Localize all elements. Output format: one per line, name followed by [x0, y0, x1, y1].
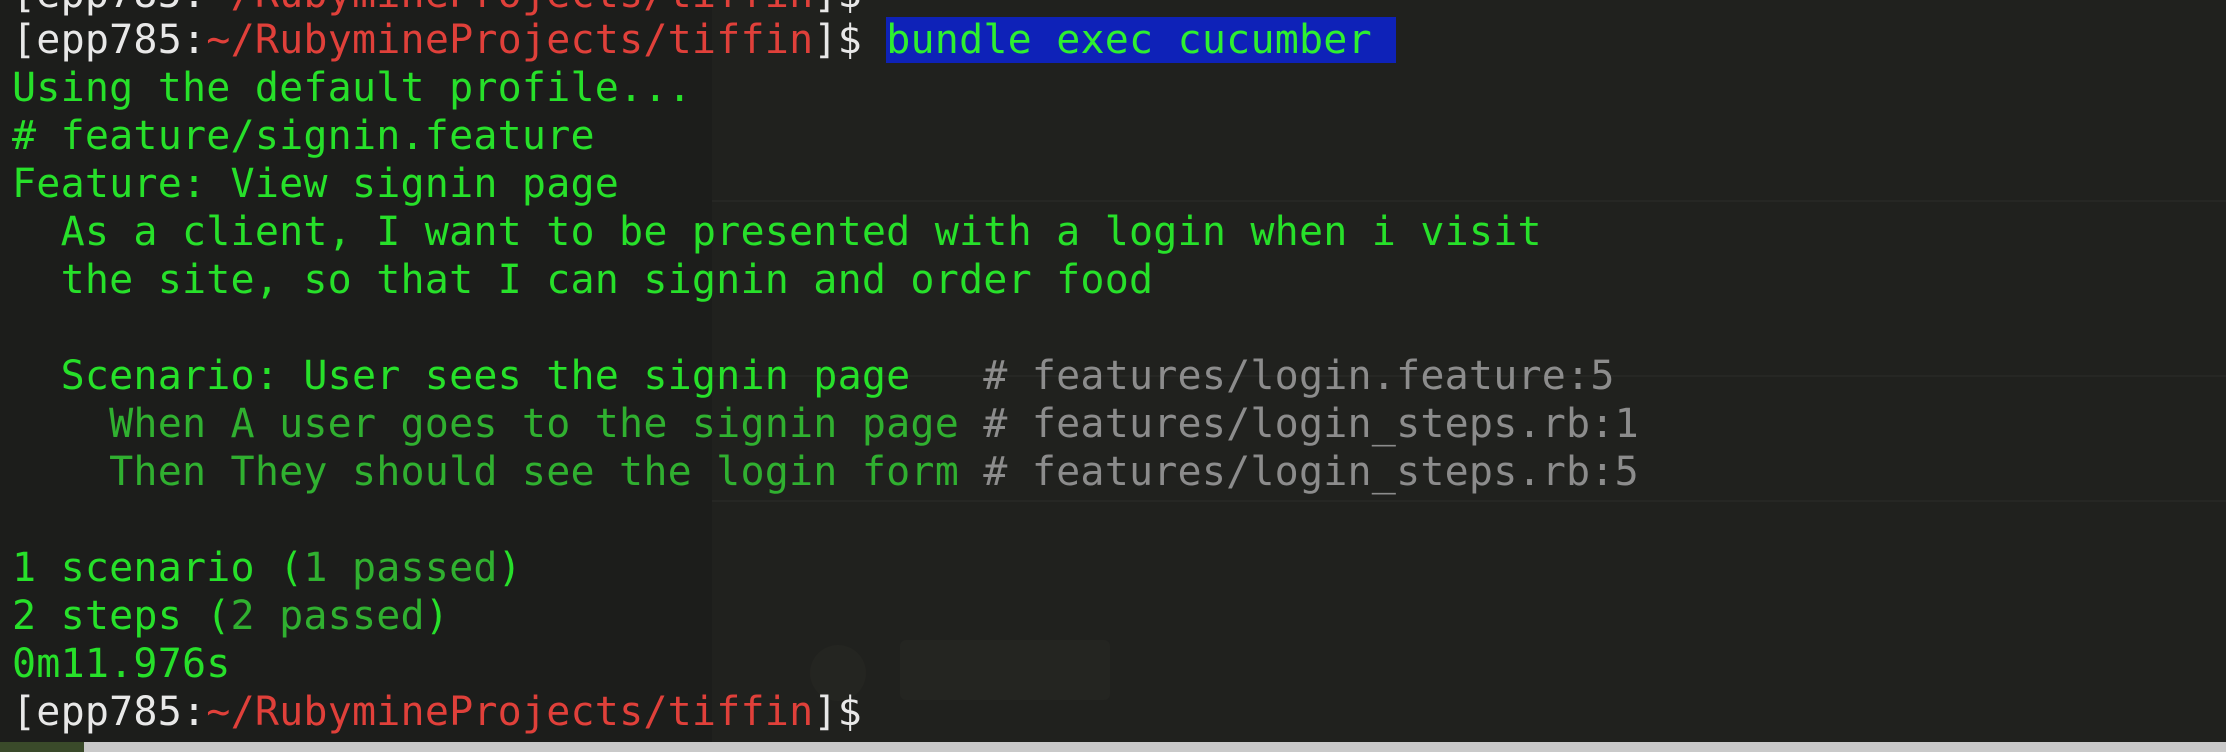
prompt-bracket: [ [12, 0, 36, 17]
output-scenario: Scenario: User sees the signin page # fe… [12, 352, 1615, 400]
output-step: When A user goes to the signin page # fe… [12, 400, 1639, 448]
output-step: Then They should see the login form # fe… [12, 448, 1639, 496]
output-feature-title: Feature: View signin page [12, 161, 620, 207]
summary-paren: ) [424, 593, 450, 639]
output-feature-description: the site, so that I can signin and order… [12, 257, 1154, 303]
output-feature-description: As a client, I want to be presented with… [12, 209, 1542, 255]
step-text: Then They should see the login form [12, 449, 959, 495]
prompt-user: epp785 [36, 0, 182, 17]
summary-passed: 1 passed [303, 545, 498, 591]
prompt-user: epp785 [36, 17, 182, 63]
prompt-bracket: [ [12, 17, 37, 63]
step-reference: # features/login_steps.rb:1 [959, 401, 1639, 447]
output-duration: 0m11.976s [12, 641, 231, 687]
prompt-colon: : [182, 17, 207, 63]
prompt-path: ~/RubymineProjects/tiffin [206, 17, 814, 63]
step-text: When A user goes to the signin page [12, 401, 959, 447]
output-scenario-summary: 1 scenario (1 passed) [12, 544, 522, 592]
output-profile: Using the default profile... [12, 65, 692, 111]
output-feature-file: # feature/signin.feature [12, 113, 595, 159]
prompt-colon: : [182, 0, 206, 17]
scenario-title: Scenario: User sees the signin page [12, 353, 911, 399]
selected-command[interactable]: bundle exec cucumber [886, 17, 1397, 63]
bottom-scroll-edge [0, 742, 2226, 752]
output-steps-summary: 2 steps (2 passed) [12, 592, 449, 640]
summary-count: 2 steps ( [12, 593, 231, 639]
summary-passed: 2 passed [230, 593, 425, 639]
prompt-bracket: [ [12, 689, 37, 735]
summary-paren: ) [497, 545, 522, 591]
step-reference: # features/login_steps.rb:5 [959, 449, 1639, 495]
prompt-user: epp785 [36, 689, 182, 735]
prompt-symbol: ]$ [813, 17, 862, 63]
prompt-path: ~/RubymineProjects/tiffin [206, 0, 813, 17]
prompt-symbol: ]$ [813, 689, 862, 735]
prompt-symbol: ]$ [813, 0, 862, 17]
command-prompt: [epp785:~/RubymineProjects/tiffin]$ bund… [12, 16, 1397, 64]
prompt-colon: : [182, 689, 207, 735]
current-prompt[interactable]: [epp785:~/RubymineProjects/tiffin]$ [12, 688, 862, 736]
scenario-reference: # features/login.feature:5 [910, 353, 1615, 399]
terminal-window[interactable]: [epp785:~/RubymineProjects/tiffin]$ [epp… [0, 0, 2226, 752]
summary-count: 1 scenario ( [12, 545, 304, 591]
prompt-path: ~/RubymineProjects/tiffin [206, 689, 814, 735]
dock-edge [0, 742, 84, 752]
